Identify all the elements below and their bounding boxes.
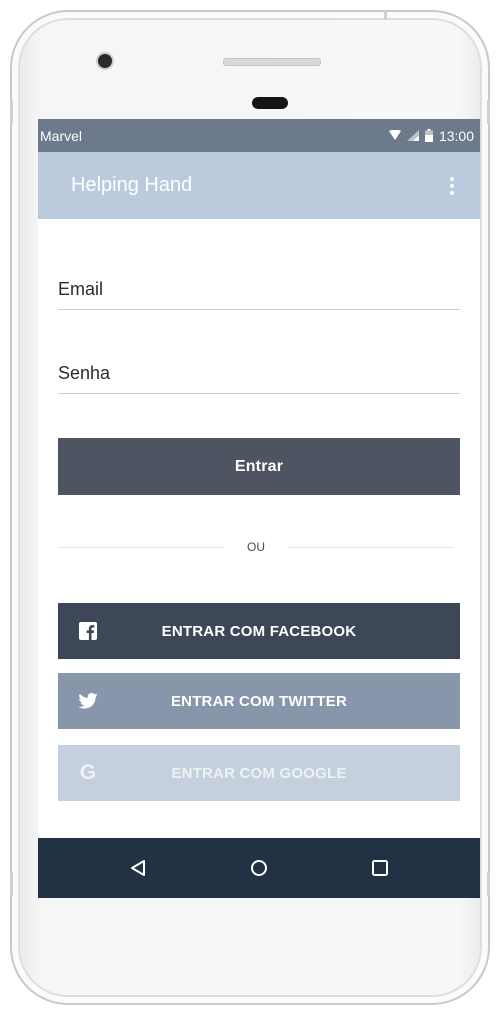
login-button-label: Entrar [234, 457, 284, 475]
speaker-grille [223, 58, 321, 66]
facebook-icon [78, 621, 98, 641]
back-icon[interactable] [123, 853, 153, 883]
app-bar: Helping Hand [38, 152, 480, 219]
wifi-icon [388, 130, 401, 140]
earpiece [252, 97, 288, 109]
google-icon-letter: G [79, 761, 97, 784]
facebook-login-label: ENTRAR COM FACEBOOK [161, 622, 357, 640]
login-form: Entrar OU ENTRAR COM FACEBOOK ENTRAR C [38, 219, 480, 838]
divider-line [58, 546, 225, 548]
google-login-button[interactable]: G ENTRAR COM GOOGLE [58, 745, 460, 801]
google-icon: G [78, 761, 98, 784]
twitter-icon [78, 691, 98, 711]
signal-icon [406, 130, 419, 141]
twitter-login-button[interactable]: ENTRAR COM TWITTER [58, 673, 460, 729]
twitter-login-label: ENTRAR COM TWITTER [170, 692, 348, 710]
divider-line [287, 546, 454, 548]
app-title: Helping Hand [71, 174, 193, 196]
home-icon[interactable] [244, 853, 274, 883]
facebook-login-button[interactable]: ENTRAR COM FACEBOOK [58, 603, 460, 659]
email-field [58, 279, 460, 310]
status-icons: 13:00 [388, 127, 474, 144]
phone-screen: Marvel 13:00 Helping Hand Email Entrar O… [38, 119, 480, 898]
phone-top-button [384, 10, 387, 20]
phone-side-button [487, 872, 490, 896]
or-divider: OU [58, 537, 454, 557]
login-button[interactable]: Entrar [58, 438, 460, 495]
recents-icon[interactable] [365, 853, 395, 883]
phone-side-button [10, 872, 13, 896]
status-time: 13:00 [438, 127, 474, 144]
password-input[interactable] [58, 363, 460, 393]
navigation-bar [38, 838, 480, 898]
phone-side-button [10, 100, 13, 124]
battery-icon [424, 129, 433, 142]
status-bar: Marvel 13:00 [38, 119, 480, 152]
or-text: OU [247, 540, 265, 554]
more-vert-icon[interactable] [446, 173, 458, 199]
phone-side-button [487, 100, 490, 124]
google-login-label: ENTRAR COM GOOGLE [171, 764, 347, 782]
carrier-name: Marvel [40, 127, 83, 144]
email-input[interactable] [58, 279, 460, 309]
password-field [58, 363, 460, 394]
front-camera [98, 54, 112, 68]
